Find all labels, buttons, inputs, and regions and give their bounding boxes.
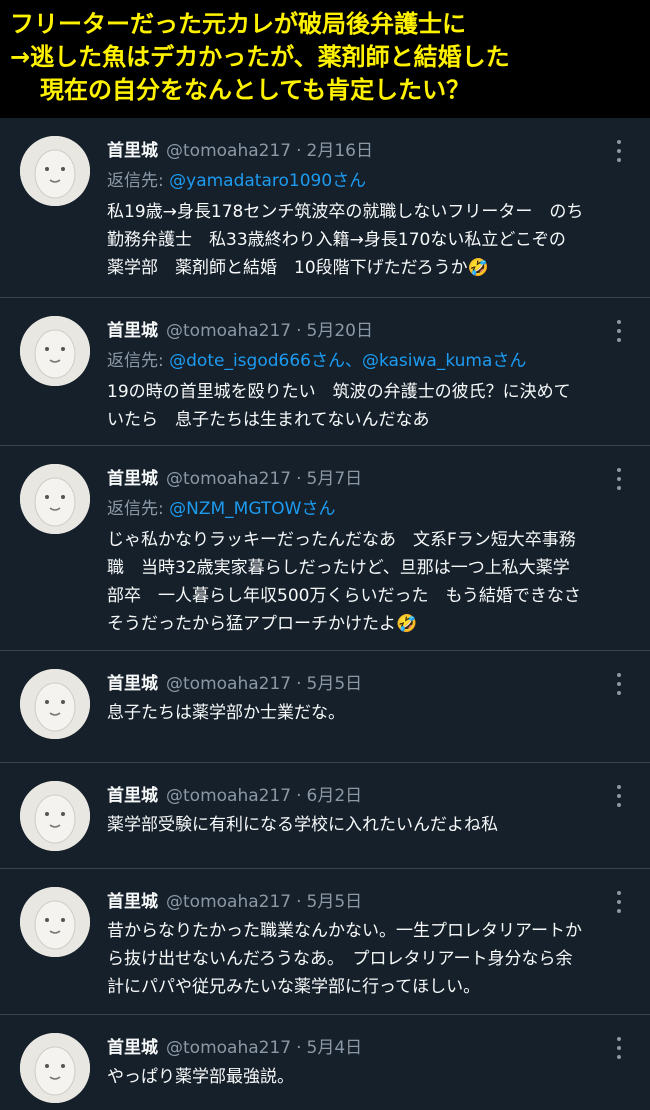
more-options-icon[interactable] bbox=[616, 1037, 622, 1059]
tweet-date[interactable]: 2月16日 bbox=[307, 136, 373, 161]
separator-dot: · bbox=[296, 786, 302, 806]
avatar-icon[interactable] bbox=[20, 316, 90, 386]
tweet-text: じゃ私かなりラッキーだったんだなあ 文系Fラン短大卒事務 職 当時32歳実家暮ら… bbox=[107, 530, 581, 634]
more-options-icon[interactable] bbox=[616, 468, 622, 490]
tweet-text: 薬学部受験に有利になる学校に入れたいんだよね私 bbox=[107, 815, 498, 835]
separator-dot: · bbox=[296, 321, 302, 341]
author-handle[interactable]: @tomoaha217 bbox=[166, 469, 291, 489]
author-handle[interactable]: @tomoaha217 bbox=[166, 321, 291, 341]
reply-to-line: 返信先: @yamadataro1090さん bbox=[107, 166, 610, 194]
reply-to-link[interactable]: @dote_isgod666さん、@kasiwa_kumaさん bbox=[169, 351, 526, 371]
separator-dot: · bbox=[296, 674, 302, 694]
tweet[interactable]: 首里城 @tomoaha217 · 5月5日 息子たちは薬学部か士業だな。 bbox=[0, 651, 650, 763]
author-handle[interactable]: @tomoaha217 bbox=[166, 141, 291, 161]
tweet-text: 私19歳→身長178センチ筑波卒の就職しないフリーター のち 勤務弁護士 私33… bbox=[107, 202, 584, 278]
reply-prefix: 返信先: bbox=[107, 351, 170, 371]
avatar-icon[interactable] bbox=[20, 781, 90, 851]
author-name[interactable]: 首里城 bbox=[107, 669, 158, 694]
tweet[interactable]: 首里城 @tomoaha217 · 2月16日 返信先: @yamadataro… bbox=[0, 118, 650, 298]
caption-line-2: →逃した魚はデカかったが、薬剤師と結婚した bbox=[10, 43, 510, 71]
reply-to-link[interactable]: @yamadataro1090さん bbox=[169, 171, 366, 191]
author-name[interactable]: 首里城 bbox=[107, 464, 158, 489]
avatar-icon[interactable] bbox=[20, 136, 90, 206]
caption-line-3: 現在の自分をなんとしても肯定したい？ bbox=[40, 76, 471, 104]
more-options-icon[interactable] bbox=[616, 673, 622, 695]
tweet[interactable]: 首里城 @tomoaha217 · 5月4日 やっぱり薬学部最強説。 bbox=[0, 1015, 650, 1110]
author-handle[interactable]: @tomoaha217 bbox=[166, 1038, 291, 1058]
tweet-text: 昔からなりたかった職業なんかない。一生プロレタリアートか ら抜け出せないんだろう… bbox=[107, 921, 582, 997]
author-handle[interactable]: @tomoaha217 bbox=[166, 892, 291, 912]
avatar-icon[interactable] bbox=[20, 1033, 90, 1103]
caption-line-1: フリーターだった元カレが破局後弁護士に bbox=[10, 10, 466, 38]
reply-to-line: 返信先: @NZM_MGTOWさん bbox=[107, 494, 610, 522]
author-name[interactable]: 首里城 bbox=[107, 316, 158, 341]
more-options-icon[interactable] bbox=[616, 320, 622, 342]
tweet-date[interactable]: 5月7日 bbox=[307, 464, 363, 489]
author-handle[interactable]: @tomoaha217 bbox=[166, 786, 291, 806]
author-name[interactable]: 首里城 bbox=[107, 1033, 158, 1058]
more-options-icon[interactable] bbox=[616, 891, 622, 913]
more-options-icon[interactable] bbox=[616, 785, 622, 807]
tweet-text: 19の時の首里城を殴りたい 筑波の弁護士の彼氏？に決めて いたら 息子たちは生ま… bbox=[107, 382, 571, 430]
tweet-feed: 首里城 @tomoaha217 · 2月16日 返信先: @yamadataro… bbox=[0, 118, 650, 1110]
avatar-icon[interactable] bbox=[20, 464, 90, 534]
reply-prefix: 返信先: bbox=[107, 171, 170, 191]
reply-to-link[interactable]: @NZM_MGTOWさん bbox=[169, 499, 335, 519]
tweet[interactable]: 首里城 @tomoaha217 · 5月7日 返信先: @NZM_MGTOWさん… bbox=[0, 446, 650, 651]
tweet-text: やっぱり薬学部最強説。 bbox=[107, 1067, 294, 1087]
caption-banner: フリーターだった元カレが破局後弁護士に →逃した魚はデカかったが、薬剤師と結婚し… bbox=[0, 0, 650, 118]
author-name[interactable]: 首里城 bbox=[107, 781, 158, 806]
more-options-icon[interactable] bbox=[616, 140, 622, 162]
author-name[interactable]: 首里城 bbox=[107, 887, 158, 912]
tweet-date[interactable]: 5月5日 bbox=[307, 669, 363, 694]
tweet-date[interactable]: 6月2日 bbox=[307, 781, 363, 806]
tweet-date[interactable]: 5月20日 bbox=[307, 316, 373, 341]
tweet-date[interactable]: 5月5日 bbox=[307, 887, 363, 912]
separator-dot: · bbox=[296, 469, 302, 489]
tweet[interactable]: 首里城 @tomoaha217 · 5月20日 返信先: @dote_isgod… bbox=[0, 298, 650, 446]
tweet[interactable]: 首里城 @tomoaha217 · 5月5日 昔からなりたかった職業なんかない。… bbox=[0, 869, 650, 1015]
reply-prefix: 返信先: bbox=[107, 499, 170, 519]
avatar-icon[interactable] bbox=[20, 669, 90, 739]
avatar-icon[interactable] bbox=[20, 887, 90, 957]
tweet-text: 息子たちは薬学部か士業だな。 bbox=[107, 703, 345, 723]
reply-to-line: 返信先: @dote_isgod666さん、@kasiwa_kumaさん bbox=[107, 346, 610, 374]
tweet-date[interactable]: 5月4日 bbox=[307, 1033, 363, 1058]
separator-dot: · bbox=[296, 892, 302, 912]
separator-dot: · bbox=[296, 141, 302, 161]
separator-dot: · bbox=[296, 1038, 302, 1058]
tweet[interactable]: 首里城 @tomoaha217 · 6月2日 薬学部受験に有利になる学校に入れた… bbox=[0, 763, 650, 869]
author-handle[interactable]: @tomoaha217 bbox=[166, 674, 291, 694]
author-name[interactable]: 首里城 bbox=[107, 136, 158, 161]
